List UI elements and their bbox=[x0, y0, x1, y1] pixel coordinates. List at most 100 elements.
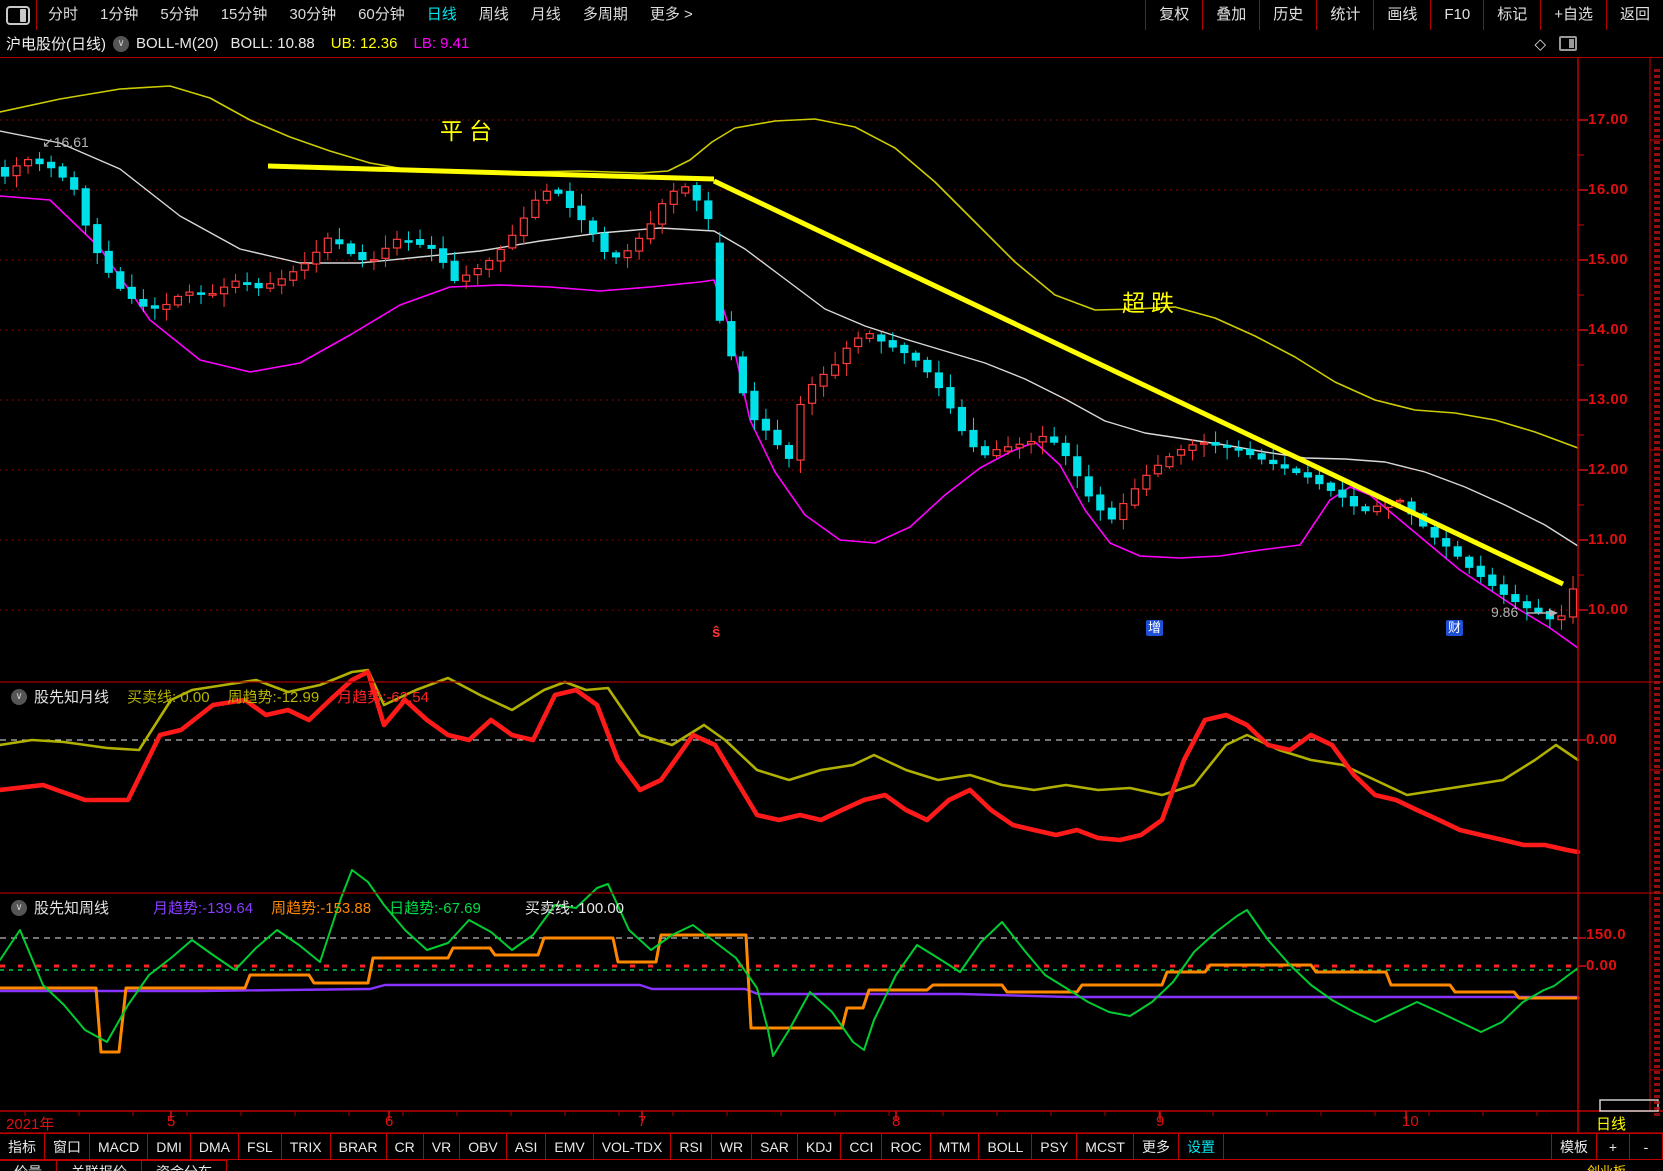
top-button[interactable]: 统计 bbox=[1316, 0, 1373, 30]
top-button[interactable]: F10 bbox=[1430, 0, 1483, 30]
top-button[interactable]: 画线 bbox=[1373, 0, 1430, 30]
top-button[interactable]: 返回 bbox=[1605, 0, 1663, 30]
top-button[interactable]: 标记 bbox=[1483, 0, 1540, 30]
toolbar-item[interactable]: TRIX bbox=[280, 1133, 331, 1160]
toolbar-item[interactable]: 指标 bbox=[0, 1133, 45, 1160]
toolbar-item[interactable]: VR bbox=[422, 1133, 461, 1160]
time-axis-month-label: 5 bbox=[167, 1113, 176, 1130]
top-button[interactable]: 叠加 bbox=[1202, 0, 1259, 30]
candle bbox=[819, 373, 828, 387]
event-flag-zeng[interactable]: 增 bbox=[1146, 620, 1164, 636]
weekly-month-trend-value: 月趋势:-139.64 bbox=[153, 900, 254, 917]
toolbar-item[interactable]: 更多 bbox=[1132, 1133, 1179, 1160]
toolbar-item[interactable]: MTM bbox=[929, 1133, 980, 1160]
candlestick-layer bbox=[0, 152, 1578, 630]
weekly-axis-zero: 0.00 bbox=[1586, 957, 1618, 974]
candle bbox=[369, 259, 379, 262]
chevron-down-icon[interactable]: ∨ bbox=[113, 35, 129, 52]
toolbar-item[interactable]: ASI bbox=[505, 1133, 547, 1160]
price-axis-label: 17.00 bbox=[1588, 111, 1629, 128]
monthly-axis-zero: 0.00 bbox=[1586, 731, 1618, 748]
candle bbox=[127, 286, 136, 299]
period-item[interactable]: 日线 bbox=[416, 0, 468, 30]
toolbar-item[interactable]: PSY bbox=[1031, 1133, 1078, 1160]
toolbar-item[interactable]: RSI bbox=[670, 1133, 712, 1160]
monthly-month-trend-value: 月趋势:-62.54 bbox=[337, 689, 429, 706]
toolbar-right-item[interactable]: - bbox=[1629, 1133, 1663, 1160]
candle bbox=[992, 449, 1001, 457]
chevron-down-icon[interactable]: ∨ bbox=[11, 899, 27, 916]
event-flag-cai[interactable]: 财 bbox=[1446, 620, 1464, 636]
toolbar-item[interactable]: MACD bbox=[89, 1133, 149, 1160]
period-item[interactable]: 15分钟 bbox=[210, 0, 279, 30]
weekly-week-trend-value: 周趋势:-153.88 bbox=[271, 900, 372, 917]
toolbar-item[interactable]: CCI bbox=[840, 1133, 883, 1160]
lb-value: LB: 9.41 bbox=[413, 35, 470, 52]
top-button[interactable]: 复权 bbox=[1145, 0, 1202, 30]
period-item[interactable]: 分时 bbox=[37, 0, 89, 30]
period-item[interactable]: 月线 bbox=[520, 0, 572, 30]
candle bbox=[508, 234, 517, 249]
candle bbox=[1257, 453, 1266, 460]
toolbar-right-item[interactable]: 模板 bbox=[1551, 1133, 1597, 1160]
bottom-tab[interactable]: 资金分布 bbox=[141, 1160, 227, 1171]
candle bbox=[946, 387, 955, 409]
toolbar-item[interactable]: MCST bbox=[1076, 1133, 1134, 1160]
toolbar-item[interactable]: DMI bbox=[147, 1133, 191, 1160]
toolbar-right-item[interactable]: + bbox=[1596, 1133, 1630, 1160]
right-side-strip[interactable] bbox=[1651, 57, 1663, 1133]
stock-title: 沪电股份(日线) bbox=[6, 36, 106, 53]
window-split-icon[interactable] bbox=[6, 5, 30, 25]
candle bbox=[934, 372, 943, 389]
weekly-panel-title[interactable]: 股先知周线 bbox=[34, 897, 109, 918]
period-item[interactable]: 周线 bbox=[468, 0, 520, 30]
bottom-tab[interactable]: 价量 bbox=[0, 1160, 57, 1171]
candle bbox=[162, 303, 171, 310]
period-item[interactable]: 60分钟 bbox=[347, 0, 416, 30]
toolbar-item[interactable]: VOL-TDX bbox=[592, 1133, 672, 1160]
toolbar-item[interactable]: KDJ bbox=[796, 1133, 842, 1160]
candle bbox=[1453, 546, 1462, 557]
diamond-icon[interactable]: ◇ bbox=[1534, 35, 1546, 53]
top-button[interactable]: 历史 bbox=[1259, 0, 1316, 30]
indicator-name[interactable]: BOLL-M(20) bbox=[136, 35, 219, 52]
candle bbox=[358, 252, 367, 261]
candle bbox=[173, 295, 183, 306]
chart-canvas[interactable] bbox=[0, 0, 1663, 1171]
time-axis-month-label: 9 bbox=[1156, 1113, 1165, 1130]
top-button[interactable]: +自选 bbox=[1540, 0, 1606, 30]
monthly-panel-title[interactable]: 股先知月线 bbox=[34, 686, 109, 707]
period-item[interactable]: 5分钟 bbox=[149, 0, 209, 30]
candle bbox=[392, 238, 402, 249]
toolbar-item[interactable]: FSL bbox=[238, 1133, 282, 1160]
price-axis-label: 14.00 bbox=[1588, 321, 1629, 338]
monthly-buysell-value: 买卖线: 0.00 bbox=[127, 689, 210, 706]
chevron-down-icon[interactable]: ∨ bbox=[11, 688, 27, 705]
bottom-tab[interactable]: 关联报价 bbox=[56, 1160, 142, 1171]
candle bbox=[254, 282, 263, 289]
period-item[interactable]: 多周期 bbox=[572, 0, 639, 30]
right-strip-thumb[interactable] bbox=[1599, 1099, 1659, 1112]
toolbar-item[interactable]: 设置 bbox=[1177, 1133, 1224, 1160]
split-window-icon[interactable] bbox=[1559, 36, 1577, 51]
period-item[interactable]: 1分钟 bbox=[89, 0, 149, 30]
toolbar-item[interactable]: ROC bbox=[881, 1133, 931, 1160]
candle bbox=[1522, 601, 1531, 609]
toolbar-item[interactable]: 窗口 bbox=[44, 1133, 90, 1160]
candle bbox=[404, 240, 413, 243]
toolbar-item[interactable]: BRAR bbox=[329, 1133, 387, 1160]
toolbar-item[interactable]: CR bbox=[385, 1133, 424, 1160]
toolbar-item[interactable]: SAR bbox=[751, 1133, 798, 1160]
candle bbox=[911, 352, 920, 361]
toolbar-item[interactable]: OBV bbox=[459, 1133, 507, 1160]
toolbar-item[interactable]: EMV bbox=[545, 1133, 594, 1160]
period-item[interactable]: 30分钟 bbox=[278, 0, 347, 30]
toolbar-item[interactable]: DMA bbox=[189, 1133, 240, 1160]
candle bbox=[1211, 442, 1220, 446]
toolbar-item[interactable]: BOLL bbox=[978, 1133, 1033, 1160]
toolbar-item[interactable]: WR bbox=[710, 1133, 753, 1160]
candle bbox=[1130, 488, 1139, 506]
candle bbox=[1476, 565, 1485, 577]
period-item[interactable]: 更多 > bbox=[639, 0, 704, 30]
price-axis-label: 12.00 bbox=[1588, 461, 1629, 478]
